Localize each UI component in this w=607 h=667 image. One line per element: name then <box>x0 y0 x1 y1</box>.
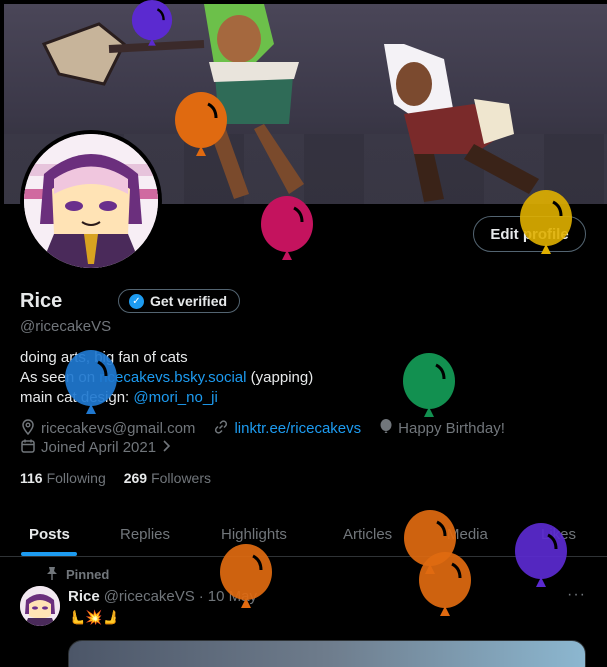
profile-avatar[interactable] <box>20 130 162 272</box>
verified-check-icon: ✓ <box>129 293 144 309</box>
post-avatar[interactable] <box>20 586 60 626</box>
balloon-icon <box>131 0 173 46</box>
balloon-icon <box>65 350 117 414</box>
tab-replies[interactable]: Replies <box>120 512 170 556</box>
profile-joined: Joined April 2021 <box>41 439 157 456</box>
website-item[interactable]: linktr.ee/ricecakevs <box>213 419 361 438</box>
balloon-icon <box>403 353 455 417</box>
profile-website[interactable]: linktr.ee/ricecakevs <box>234 420 361 437</box>
balloon-icon <box>220 544 272 608</box>
profile-birthday: Happy Birthday! <box>398 420 505 437</box>
post-avatar-illustration <box>20 586 60 626</box>
tab-posts[interactable]: Posts <box>29 512 70 556</box>
mention-link[interactable]: @mori_no_ji <box>133 389 217 406</box>
balloon-icon <box>261 196 313 260</box>
following-link[interactable]: 116 Following <box>20 470 106 486</box>
more-options-icon[interactable]: ··· <box>567 586 586 604</box>
profile-handle: @ricecakeVS <box>20 318 112 335</box>
axe-illustration <box>41 22 205 86</box>
balloon-icon <box>520 190 572 254</box>
pinned-label: Pinned <box>46 566 109 583</box>
birthday-item: Happy Birthday! <box>379 419 505 438</box>
balloon-icon <box>419 552 471 616</box>
profile-meta: ricecakevs@gmail.com linktr.ee/ricecakev… <box>20 419 517 438</box>
post-text: 🫷💥🫸 <box>68 609 121 625</box>
avatar-illustration <box>24 134 158 268</box>
location-pin-icon <box>20 419 36 438</box>
balloon-icon <box>515 523 567 587</box>
pin-icon <box>46 566 58 583</box>
post-media-image[interactable] <box>68 640 586 667</box>
get-verified-label: Get verified <box>150 293 228 309</box>
right-character <box>384 44 539 202</box>
post-author-name[interactable]: Rice <box>68 588 100 605</box>
active-tab-indicator <box>21 552 77 556</box>
followers-link[interactable]: 269 Followers <box>124 470 211 486</box>
joined-item[interactable]: Joined April 2021 <box>20 438 171 457</box>
link-icon <box>213 419 229 438</box>
post-author-handle[interactable]: @ricecakeVS <box>104 588 195 605</box>
get-verified-button[interactable]: ✓ Get verified <box>118 289 241 313</box>
chevron-right-icon <box>161 439 171 456</box>
bsky-link[interactable]: ricecakevs.bsky.social <box>99 369 246 386</box>
profile-email: ricecakevs@gmail.com <box>41 420 196 437</box>
balloon-icon <box>175 92 227 156</box>
follow-counts: 116 Following 269 Followers <box>20 470 211 486</box>
profile-name: Rice <box>20 290 63 312</box>
tab-articles[interactable]: Articles <box>343 512 392 556</box>
email-item: ricecakevs@gmail.com <box>20 419 195 438</box>
balloon-icon <box>379 419 393 438</box>
calendar-icon <box>20 438 36 457</box>
